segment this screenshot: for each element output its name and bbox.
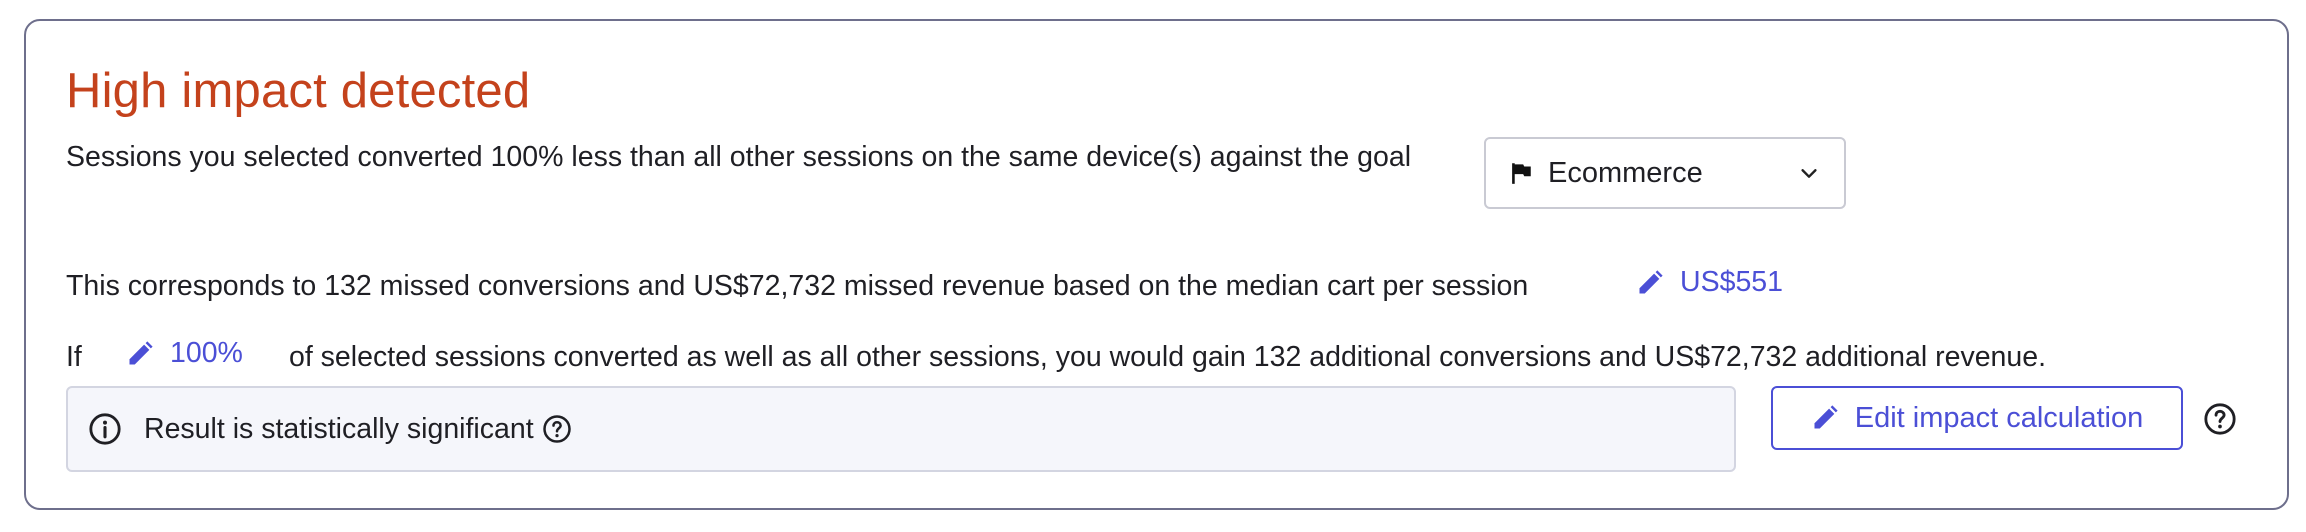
conversion-sentence: Sessions you selected converted 100% les…: [66, 141, 1412, 173]
percent-edit-link[interactable]: 100%: [126, 337, 243, 370]
flag-icon: [1512, 163, 1531, 184]
edit-impact-calculation-button[interactable]: Edit impact calculation: [1771, 386, 2183, 450]
if-label: If: [66, 341, 82, 373]
significance-banner: Result is statistically significant: [66, 386, 1736, 472]
median-cart-value: US$551: [1680, 266, 1783, 298]
gain-sentence: of selected sessions converted as well a…: [289, 341, 2047, 373]
help-icon[interactable]: [2203, 402, 2237, 436]
pencil-icon: [1639, 269, 1663, 293]
pencil-icon: [129, 340, 153, 364]
goal-select[interactable]: Ecommerce: [1484, 137, 1846, 209]
percent-value: 100%: [170, 337, 243, 369]
impact-title: High impact detected: [66, 64, 531, 118]
pencil-icon: [1814, 405, 1838, 429]
median-cart-edit-link[interactable]: US$551: [1636, 266, 1783, 299]
info-icon: [89, 413, 121, 445]
impact-card: High impact detected Sessions you select…: [24, 19, 2289, 510]
edit-impact-calculation-label: Edit impact calculation: [1854, 401, 2144, 434]
significance-text: Result is statistically significant: [144, 412, 534, 445]
help-icon[interactable]: [542, 414, 572, 444]
goal-select-value: Ecommerce: [1548, 156, 1703, 189]
missed-revenue-sentence: This corresponds to 132 missed conversio…: [66, 270, 1529, 302]
chevron-down-icon: [1801, 169, 1817, 178]
